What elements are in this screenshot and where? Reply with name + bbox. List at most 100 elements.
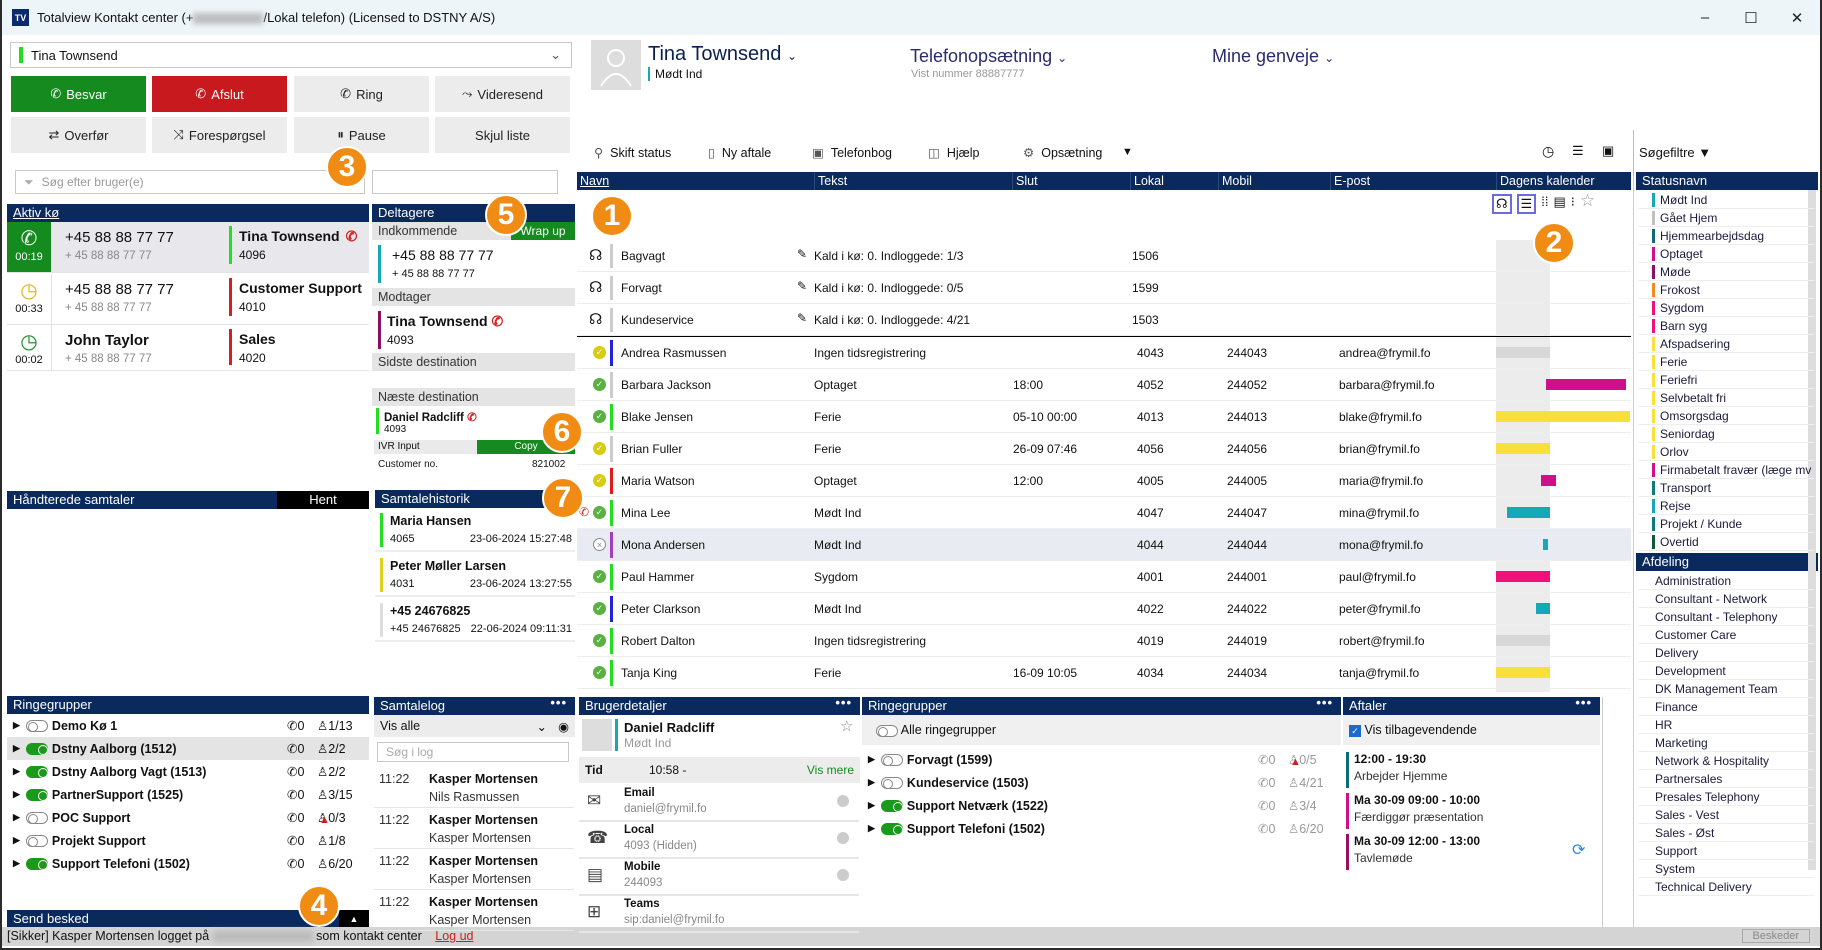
ring-group-row[interactable]: ▶ Demo Kø 1 ✆0 ♙1/13 (7, 714, 369, 737)
department-filter-item[interactable]: Sales - Øst (1638, 824, 1814, 842)
pause-button[interactable]: ⏸ Pause (294, 117, 429, 153)
headset-view-icon[interactable]: ☊ (1492, 194, 1512, 214)
department-filter-item[interactable]: Technical Delivery (1638, 878, 1814, 896)
column-header-tekst[interactable]: Tekst (814, 172, 1012, 190)
status-filter-item[interactable]: Barn syg (1638, 317, 1814, 335)
department-filter-item[interactable]: System (1638, 860, 1814, 878)
user-table-row[interactable]: ✓ Maria Watson Optaget 12:00 4005 244005 maria… (577, 465, 1631, 497)
history-item[interactable]: +45 24676825 +45 24676825 22-06-2024 09:11… (375, 599, 575, 642)
status-filter-item[interactable]: Orlov (1638, 443, 1814, 461)
ring-group-row[interactable]: ▶ Support Telefoni (1502) ✆0 ♙6/20 (7, 852, 369, 875)
ring-group-row[interactable]: ▶ Kundeservice (1503) ✆0 ♙4/21 (862, 771, 1341, 794)
close-button[interactable]: ✕ (1774, 0, 1820, 35)
call-log-filter[interactable]: Vis alle ⌄ ◉ (374, 715, 575, 737)
toggle-switch[interactable] (25, 811, 48, 824)
call-log-item[interactable]: 11:22 Kasper Mortensen Kasper Mortensen (374, 849, 574, 890)
status-filter-item[interactable]: Transport (1638, 479, 1814, 497)
user-email[interactable]: barbara@frymil.fo (1339, 378, 1435, 392)
status-filter-item[interactable]: Overtid (1638, 533, 1814, 551)
detail-teams[interactable]: ⊞ Teams sip:daniel@frymil.fo (579, 896, 859, 933)
user-email[interactable]: mona@frymil.fo (1339, 538, 1423, 552)
toggle-switch[interactable] (25, 788, 48, 801)
queue-row[interactable]: ◷ 00:33 +45 88 88 77 77 + 45 88 88 77 77 Cus… (7, 274, 369, 325)
user-table-row[interactable]: ✓ Barbara Jackson Optaget 18:00 4052 244052 ba… (577, 369, 1631, 401)
expand-arrow-icon[interactable]: ▶ (13, 720, 20, 731)
detail-local[interactable]: ☎ Local 4093 (Hidden) (579, 822, 859, 859)
status-filter-item[interactable]: Optaget (1638, 245, 1814, 263)
department-filter-item[interactable]: Support (1638, 842, 1814, 860)
department-filter-item[interactable]: Consultant - Network (1638, 590, 1814, 608)
ring-group-row[interactable]: ▶ Dstny Aalborg (1512) ✆0 ♙2/2 (7, 737, 369, 760)
status-filter-item[interactable]: Møde (1638, 263, 1814, 281)
appointment-item[interactable]: 12:00 - 19:30 Arbejder Hjemme (1346, 752, 1596, 788)
status-filter-item[interactable]: Hjemmearbejdsdag (1638, 227, 1814, 245)
ring-button[interactable]: ✆ Ring (294, 76, 429, 112)
toggle-switch[interactable] (25, 857, 48, 870)
foresp-rgsel-button[interactable]: ⤨ Forespørgsel (152, 117, 287, 153)
status-filter-item[interactable]: Frokost (1638, 281, 1814, 299)
department-filter-item[interactable]: Consultant - Telephony (1638, 608, 1814, 626)
more-icon[interactable]: ••• (1575, 694, 1592, 712)
appointment-item[interactable]: Ma 30-09 12:00 - 13:00 Tavlemøde ⟳ (1346, 834, 1596, 870)
column-header-navn[interactable]: Navn (577, 172, 814, 190)
queue-table-row[interactable]: ☊ Kundeservice ✎ Kald i kø: 0. Indloggede: … (577, 304, 1631, 336)
expand-arrow-icon[interactable]: ▶ (13, 858, 20, 869)
status-filter-item[interactable]: Afspadsering (1638, 335, 1814, 353)
expand-arrow-icon[interactable]: ▶ (13, 766, 20, 777)
department-filter-item[interactable]: Administration (1638, 572, 1814, 590)
user-select[interactable]: Tina Townsend ⌄ (10, 42, 572, 68)
column-header-slut[interactable]: Slut (1012, 172, 1130, 190)
department-filter-item[interactable]: Development (1638, 662, 1814, 680)
more-icon[interactable]: ••• (835, 694, 852, 712)
ring-group-row[interactable]: ▶ POC Support ✆0 ♙ ▲ 0/3 (7, 806, 369, 829)
department-filter-item[interactable]: Finance (1638, 698, 1814, 716)
expand-arrow-icon[interactable]: ▶ (13, 835, 20, 846)
toggle-switch[interactable] (25, 834, 48, 847)
shortcuts-menu[interactable]: Mine genveje ⌄ (1212, 46, 1334, 67)
overf-r-button[interactable]: ⇄ Overfør (11, 117, 146, 153)
toolbar-more-dropdown[interactable]: ▼ (1122, 146, 1133, 158)
fetch-button[interactable]: Hent (277, 491, 369, 509)
column-header-e-post[interactable]: E-post (1330, 172, 1496, 190)
department-filter-item[interactable]: Network & Hospitality (1638, 752, 1814, 770)
favorite-star-icon[interactable]: ☆ (1580, 191, 1595, 214)
expand-arrow-icon[interactable]: ▶ (13, 743, 20, 754)
department-filter-item[interactable]: Partnersales (1638, 770, 1814, 788)
phone-setup-menu[interactable]: Telefonopsætning ⌄ (910, 46, 1067, 67)
toolbar-telefonbog[interactable]: ▣ Telefonbog (812, 145, 892, 160)
toggle-switch[interactable] (880, 776, 903, 789)
toggle-switch[interactable] (880, 822, 903, 835)
user-email[interactable]: andrea@frymil.fo (1339, 346, 1431, 360)
toolbar-ny-aftale[interactable]: ▯ Ny aftale (708, 145, 771, 160)
besvar-button[interactable]: ✆ Besvar (11, 76, 146, 112)
afslut-button[interactable]: ✆ Afslut (152, 76, 287, 112)
user-search-input[interactable]: ⏷ Søg efter bruger(e) (15, 170, 365, 194)
skjul-liste-button[interactable]: Skjul liste (435, 117, 570, 153)
secondary-search-input[interactable] (372, 170, 558, 194)
compact-view-icon[interactable]: ▤ (1553, 194, 1565, 214)
user-email[interactable]: robert@frymil.fo (1339, 634, 1425, 648)
minimize-button[interactable]: – (1682, 0, 1728, 35)
list-view-icon[interactable]: ☰ (1516, 194, 1537, 214)
status-filter-item[interactable]: Rejse (1638, 497, 1814, 515)
status-filter-item[interactable]: Sygdom (1638, 299, 1814, 317)
toggle-switch[interactable] (880, 753, 903, 766)
toggle-switch[interactable] (880, 799, 903, 812)
expand-arrow-icon[interactable]: ▶ (868, 777, 875, 788)
appointment-item[interactable]: Ma 30-09 09:00 - 10:00 Færdiggør præsenta… (1346, 793, 1596, 829)
history-item[interactable]: Peter Møller Larsen 4031 23-06-2024 13:27:… (375, 554, 575, 597)
user-email[interactable]: paul@frymil.fo (1339, 570, 1416, 584)
queue-row[interactable]: ✆ 00:19 +45 88 88 77 77 + 45 88 88 77 77 Tin… (7, 222, 369, 273)
column-header-mobil[interactable]: Mobil (1218, 172, 1330, 190)
history-clock-icon[interactable]: ◷ (1542, 143, 1554, 160)
history-item[interactable]: Maria Hansen 4065 23-06-2024 15:27:48 (375, 509, 575, 552)
user-table-row[interactable]: ✓ Tanja King Ferie 16-09 10:05 4034 244034 tan… (577, 657, 1631, 689)
user-email[interactable]: tanja@frymil.fo (1339, 666, 1419, 680)
expand-arrow-icon[interactable]: ▶ (868, 800, 875, 811)
department-filter-item[interactable]: Marketing (1638, 734, 1814, 752)
toggle-switch[interactable] (25, 765, 48, 778)
toolbar-hj-lp[interactable]: ◫ Hjælp (928, 145, 979, 160)
user-table-row[interactable]: × Mona Andersen Mødt Ind 4044 244044 mona@fry… (577, 529, 1631, 561)
ring-group-row[interactable]: ▶ Support Netværk (1522) ✆0 ♙3/4 (862, 794, 1341, 817)
user-table-row[interactable]: ✆ ✓ Mina Lee Mødt Ind 4047 244047 mina@frymil.… (577, 497, 1631, 529)
